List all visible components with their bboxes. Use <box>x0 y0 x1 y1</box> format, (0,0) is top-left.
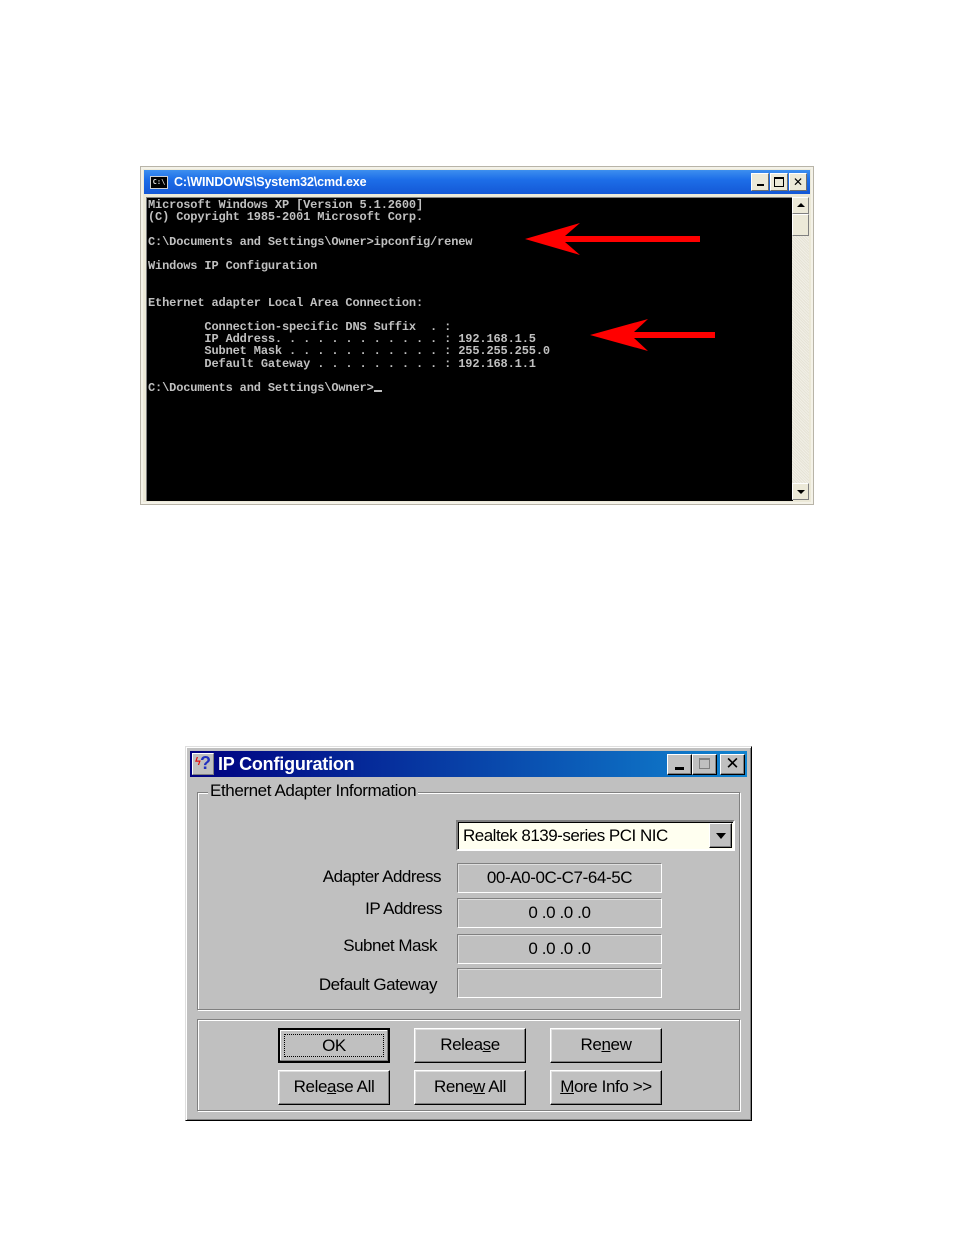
default-gateway-field <box>457 968 662 998</box>
console-line: Ethernet adapter Local Area Connection: <box>148 295 423 310</box>
chevron-down-icon <box>716 833 726 839</box>
minimize-icon <box>675 767 684 770</box>
more-info-button[interactable]: More Info >> <box>550 1070 662 1105</box>
scroll-thumb[interactable] <box>792 214 809 236</box>
ip-config-app-icon[interactable]: ϟ ? <box>192 753 214 775</box>
renew-label-post: ew <box>610 1035 632 1054</box>
cmd-window-controls: ✕ <box>751 173 807 191</box>
more-info-label-post: ore Info >> <box>573 1077 652 1096</box>
dialog-titlebar[interactable]: ϟ ? IP Configuration ✕ <box>190 751 747 777</box>
console-text: Microsoft Windows XP [Version 5.1.2600] … <box>148 199 550 394</box>
arrow-down-icon <box>797 490 805 494</box>
minimize-button[interactable] <box>667 754 692 775</box>
release-all-accesskey: a <box>327 1077 337 1096</box>
console-line: (C) Copyright 1985-2001 Microsoft Corp. <box>148 210 423 225</box>
renew-all-accesskey: w <box>473 1077 485 1096</box>
dialog-window-controls: ✕ <box>667 754 745 775</box>
maximize-button[interactable] <box>692 754 717 775</box>
cmd-titlebar[interactable]: C:\ C:\WINDOWS\System32\cmd.exe ✕ <box>144 170 810 194</box>
release-all-label-pre: Rele <box>293 1077 328 1096</box>
minimize-button[interactable] <box>751 173 769 191</box>
close-icon: ✕ <box>725 754 740 774</box>
annotation-arrow-ip <box>590 319 715 351</box>
maximize-button[interactable] <box>770 173 788 191</box>
renew-button[interactable]: Renew <box>550 1028 662 1063</box>
release-button[interactable]: Release <box>414 1028 526 1063</box>
close-button[interactable]: ✕ <box>720 754 745 775</box>
release-all-label-post: se All <box>336 1077 375 1096</box>
ok-button[interactable]: OK <box>278 1028 390 1063</box>
release-label-post: e <box>490 1035 500 1054</box>
dialog-title: IP Configuration <box>218 753 355 774</box>
focus-rect <box>284 1034 384 1057</box>
close-button[interactable]: ✕ <box>789 173 807 191</box>
renew-all-label-pre: Rene <box>433 1077 474 1096</box>
maximize-icon <box>774 177 784 187</box>
scroll-down-button[interactable] <box>792 483 809 500</box>
console-line: Default Gateway . . . . . . . . . : 192.… <box>148 356 536 371</box>
subnet-mask-label: Subnet Mask <box>343 936 437 955</box>
ip-configuration-dialog: ϟ ? IP Configuration ✕ Ethernet Adapter … <box>185 746 752 1121</box>
vertical-scrollbar[interactable] <box>792 197 809 500</box>
scroll-up-button[interactable] <box>792 197 809 214</box>
console-icon[interactable]: C:\ <box>150 175 168 189</box>
cmd-window-title: C:\WINDOWS\System32\cmd.exe <box>174 175 367 189</box>
minimize-icon <box>756 184 764 186</box>
more-info-accesskey: M <box>560 1077 574 1096</box>
renew-all-button[interactable]: Renew All <box>414 1070 526 1105</box>
arrow-up-icon <box>797 203 805 207</box>
ip-address-field: 0 .0 .0 .0 <box>457 898 662 928</box>
adapter-address-field: 00-A0-0C-C7-64-5C <box>457 863 662 893</box>
default-gateway-label: Default Gateway <box>318 975 438 994</box>
console-line: Windows IP Configuration <box>148 259 318 274</box>
renew-all-label-post: All <box>484 1077 506 1096</box>
release-accesskey: s <box>482 1035 492 1054</box>
question-icon: ? <box>200 753 211 773</box>
renew-accesskey: n <box>601 1035 611 1054</box>
close-icon: ✕ <box>792 175 804 189</box>
maximize-icon <box>699 758 710 769</box>
subnet-mask-field: 0 .0 .0 .0 <box>457 934 662 964</box>
ip-address-label: IP Address <box>365 899 442 918</box>
adapter-select-dropdown-button[interactable] <box>709 823 732 848</box>
console-command-line: C:\Documents and Settings\Owner>ipconfig… <box>148 234 473 249</box>
text-cursor <box>373 390 382 393</box>
adapter-address-label: Adapter Address <box>322 867 442 886</box>
release-label-pre: Relea <box>440 1035 483 1054</box>
adapter-select[interactable]: Realtek 8139-series PCI NIC <box>456 820 735 851</box>
red-arrow-icon <box>525 223 700 255</box>
red-arrow-icon <box>590 319 715 351</box>
release-all-button[interactable]: Release All <box>278 1070 390 1105</box>
renew-label-pre: Re <box>580 1035 602 1054</box>
annotation-arrow-command <box>525 223 700 255</box>
console-prompt: C:\Documents and Settings\Owner> <box>148 381 374 396</box>
adapter-info-group-label: Ethernet Adapter Information <box>208 781 419 801</box>
adapter-select-value: Realtek 8139-series PCI NIC <box>463 826 668 845</box>
